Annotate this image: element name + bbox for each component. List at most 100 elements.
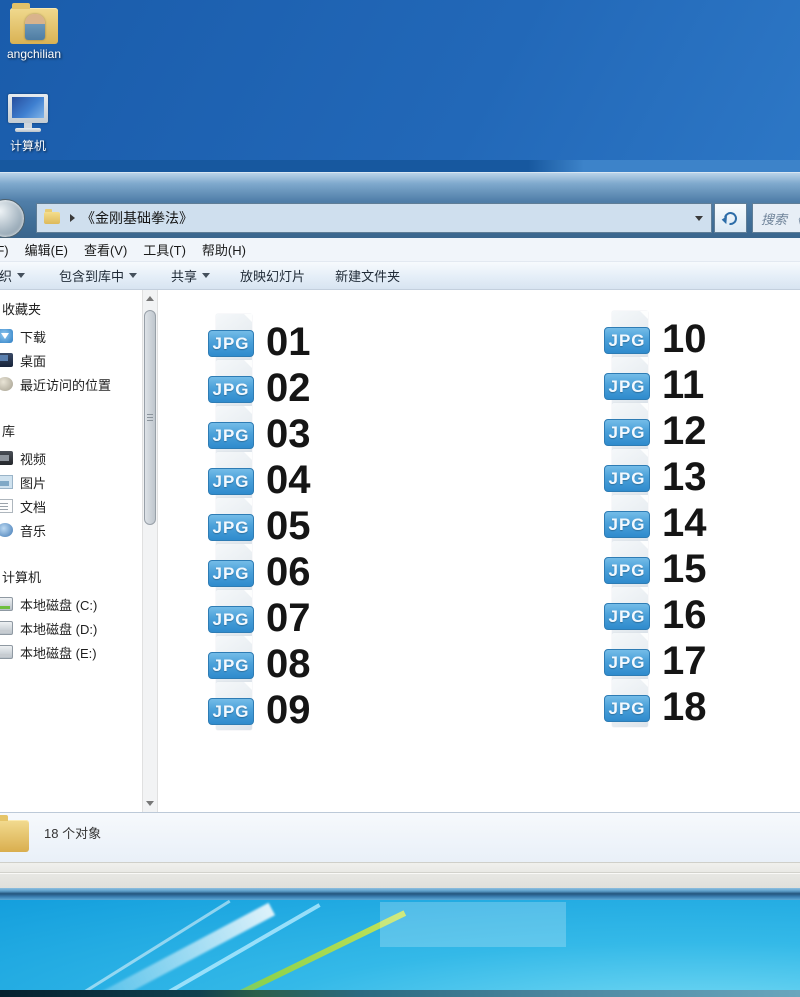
file-label: 04 xyxy=(266,460,311,500)
breadcrumb-arrow-icon[interactable] xyxy=(70,214,75,222)
toolbar-button-label: 组织 xyxy=(0,266,12,285)
jpg-badge: JPG xyxy=(604,511,650,538)
scroll-down-button[interactable] xyxy=(143,796,157,811)
sidebar-item[interactable]: 下载 xyxy=(0,324,142,348)
sidebar-item-label: 视频 xyxy=(20,449,46,468)
menu-item-3[interactable]: 查看(V) xyxy=(84,240,127,259)
drive-icon xyxy=(0,621,13,635)
desktop-icon-computer[interactable]: 计算机 xyxy=(0,94,66,154)
file-label: 13 xyxy=(662,457,707,497)
sidebar-item[interactable]: 图片 xyxy=(0,470,142,494)
sidebar-item-label: 本地磁盘 (D:) xyxy=(20,619,97,638)
base-shape xyxy=(15,128,41,132)
jpg-badge: JPG xyxy=(208,606,254,633)
sidebar-item[interactable]: 本地磁盘 (E:) xyxy=(0,640,142,664)
jpg-badge: JPG xyxy=(208,652,254,679)
sidebar-item[interactable]: 本地磁盘 (D:) xyxy=(0,616,142,640)
selected-folder-icon xyxy=(0,820,29,852)
file-label: 15 xyxy=(662,549,707,589)
file-label: 03 xyxy=(266,414,311,454)
sidebar-item-label: 图片 xyxy=(20,473,46,492)
search-input[interactable]: 搜索 《 xyxy=(752,203,800,233)
sidebar-scrollbar[interactable] xyxy=(142,290,158,812)
sidebar-item[interactable]: 最近访问的位置 xyxy=(0,372,142,396)
documents-icon xyxy=(0,499,13,513)
toolbar-button-label: 共享 xyxy=(171,266,197,285)
file-item[interactable]: JPG 09 xyxy=(208,682,328,744)
dropdown-arrow-icon xyxy=(202,273,210,278)
toolbar-button-label: 包含到库中 xyxy=(59,266,124,285)
sidebar-item-label: 下载 xyxy=(20,327,46,346)
sidebar-group-gap xyxy=(0,542,142,564)
scrollbar-thumb[interactable] xyxy=(144,310,156,525)
dropdown-arrow-icon xyxy=(129,273,137,278)
scroll-down-icon xyxy=(146,801,154,806)
jpg-badge: JPG xyxy=(604,419,650,446)
file-label: 09 xyxy=(266,690,311,730)
sidebar-item-label: 本地磁盘 (C:) xyxy=(20,595,97,614)
scroll-up-button[interactable] xyxy=(143,291,157,306)
desktop-icon xyxy=(0,353,13,367)
sidebar-item[interactable]: 文档 xyxy=(0,494,142,518)
menu-item-5[interactable]: 帮助(H) xyxy=(202,240,246,259)
menu-item-2[interactable]: 编辑(E) xyxy=(25,240,68,259)
toolbar-button-label: 新建文件夹 xyxy=(335,266,400,285)
command-toolbar: 组织 包含到库中 共享 放映幻灯片 新建文件夹 xyxy=(0,262,800,290)
toolbar-button-2[interactable]: 包含到库中 xyxy=(59,266,137,285)
downloads-icon xyxy=(0,329,13,343)
user-folder-icon xyxy=(10,8,58,44)
jpg-badge: JPG xyxy=(208,698,254,725)
menu-item-1[interactable]: 文件(F) xyxy=(0,240,9,259)
file-item[interactable]: JPG18 xyxy=(604,679,724,741)
file-label: 10 xyxy=(662,319,707,359)
folder-icon xyxy=(44,212,60,224)
menu-bar: 文件(F) 编辑(E) 查看(V) 工具(T) 帮助(H) xyxy=(0,238,800,262)
sidebar-item[interactable]: 本地磁盘 (C:) xyxy=(0,592,142,616)
file-label: 12 xyxy=(662,411,707,451)
desktop-icon-user-folder[interactable]: angchilian xyxy=(0,8,72,61)
sidebar-item[interactable]: 音乐 xyxy=(0,518,142,542)
address-bar[interactable]: 《金刚基础拳法》 xyxy=(36,203,712,233)
sidebar-item[interactable]: 桌面 xyxy=(0,348,142,372)
sidebar-item-label: 桌面 xyxy=(20,351,46,370)
taskbar-edge[interactable] xyxy=(0,990,800,997)
jpg-badge: JPG xyxy=(604,557,650,584)
jpg-badge: JPG xyxy=(208,560,254,587)
scrollbar-grip-icon xyxy=(147,414,153,422)
navigation-pane: 收藏夹下载桌面最近访问的位置库视频图片文档音乐计算机本地磁盘 (C:) 本地磁盘 … xyxy=(0,296,142,806)
toolbar-button-4[interactable]: 放映幻灯片 xyxy=(240,266,305,285)
computer-icon xyxy=(5,94,51,134)
jpg-badge: JPG xyxy=(604,603,650,630)
refresh-icon xyxy=(721,209,739,227)
item-count-text: 18 个对象 xyxy=(44,823,101,842)
file-label: 05 xyxy=(266,506,311,546)
wallpaper-strip xyxy=(0,900,800,990)
refresh-button[interactable] xyxy=(714,203,747,233)
pictures-icon xyxy=(0,475,13,489)
sidebar-group-header[interactable]: 计算机 xyxy=(2,568,142,588)
jpg-badge: JPG xyxy=(604,327,650,354)
file-label: 02 xyxy=(266,368,311,408)
window-bottom-border xyxy=(0,862,800,888)
jpg-badge: JPG xyxy=(208,330,254,357)
desktop-gradient-band xyxy=(0,160,800,172)
user-avatar-icon xyxy=(25,14,45,40)
breadcrumb-path[interactable]: 《金刚基础拳法》 xyxy=(81,208,695,228)
toolbar-button-5[interactable]: 新建文件夹 xyxy=(335,266,400,285)
jpg-badge: JPG xyxy=(208,468,254,495)
sidebar-item-label: 最近访问的位置 xyxy=(20,375,111,394)
file-label: 07 xyxy=(266,598,311,638)
jpg-badge: JPG xyxy=(604,373,650,400)
sidebar-item[interactable]: 视频 xyxy=(0,446,142,470)
toolbar-button-1[interactable]: 组织 xyxy=(0,266,25,285)
videos-icon xyxy=(0,451,13,465)
jpg-badge: JPG xyxy=(604,649,650,676)
desktop-icon-label: angchilian xyxy=(0,47,72,61)
address-dropdown-icon[interactable] xyxy=(695,216,703,221)
sidebar-group-header[interactable]: 收藏夹 xyxy=(2,300,142,320)
sidebar-group-header[interactable]: 库 xyxy=(2,422,142,442)
menu-item-4[interactable]: 工具(T) xyxy=(143,240,186,259)
sidebar-group-gap xyxy=(0,396,142,418)
file-label: 08 xyxy=(266,644,311,684)
toolbar-button-3[interactable]: 共享 xyxy=(171,266,210,285)
